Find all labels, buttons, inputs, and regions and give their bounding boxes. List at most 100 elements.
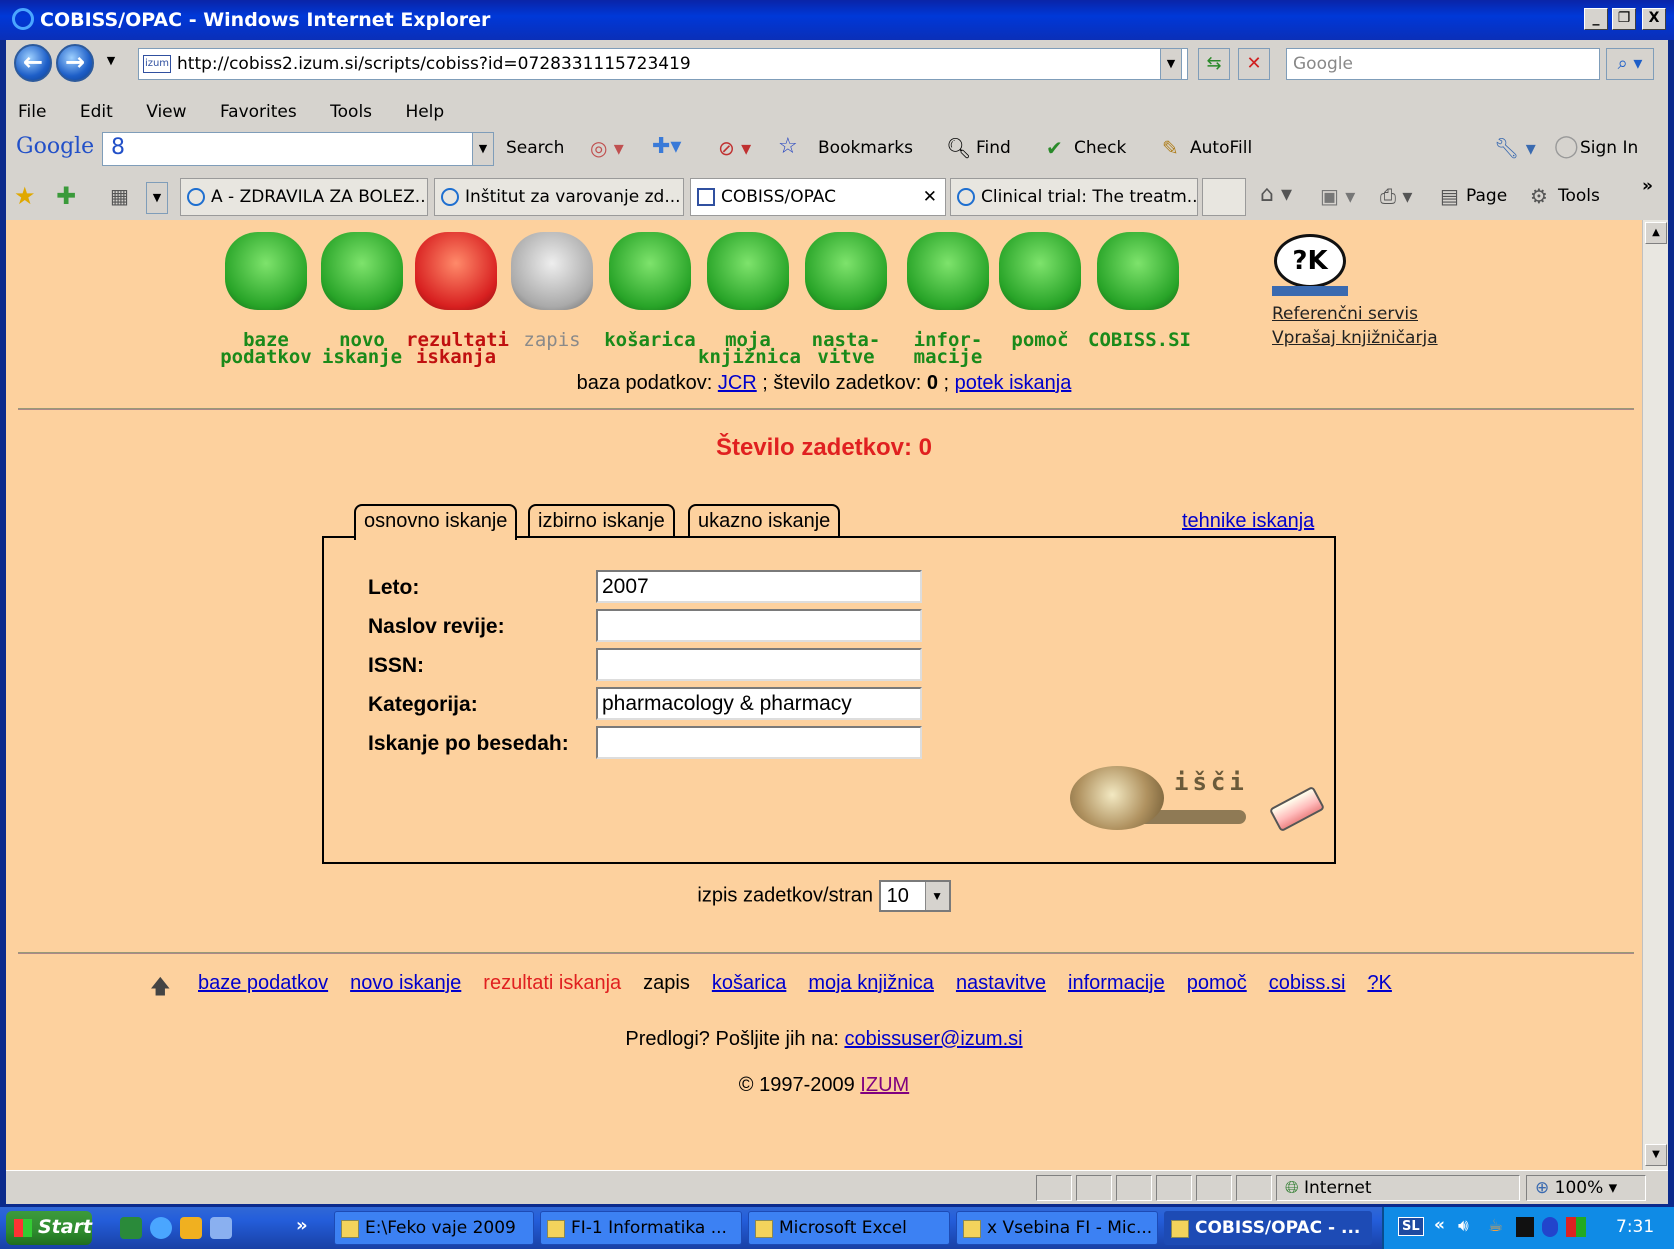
feeds-icon[interactable]: ▣ ▾ [1320, 184, 1355, 208]
wrench-icon[interactable]: 🔧︎ ▾ [1494, 136, 1536, 160]
popup-icon[interactable]: ◎ ▾ [590, 136, 624, 160]
antivirus-icon[interactable] [1566, 1217, 1586, 1237]
refresh-icon[interactable]: ⇆ [1198, 48, 1230, 80]
footer-nav-item[interactable]: informacije [1068, 972, 1165, 994]
per-page-select[interactable]: 10 ▼ [878, 880, 951, 912]
ask-librarian-link[interactable]: Vprašaj knjižničarja [1272, 328, 1472, 348]
nav-icon-my-library[interactable]: moja knjižnica [698, 232, 801, 382]
nav-icon-settings[interactable]: nasta- vitve [796, 232, 896, 382]
nav-icon-record[interactable]: zapis [502, 232, 602, 382]
google-search-button[interactable]: Search [506, 138, 564, 158]
chevron-right-icon[interactable]: » [296, 1215, 308, 1236]
footer-nav-item[interactable]: nastavitve [956, 972, 1046, 994]
start-button[interactable]: Start [6, 1211, 92, 1245]
chevron-right-icon[interactable]: » [1642, 176, 1653, 196]
maximize-button[interactable]: ❐ [1612, 8, 1636, 30]
arrow-up-icon[interactable]: 🡅 [150, 972, 171, 1006]
tab-basic-search[interactable]: osnovno iskanje [354, 504, 518, 540]
nav-icon-results[interactable]: rezultati iskanja [406, 232, 509, 382]
footer-nav-item[interactable]: košarica [712, 972, 786, 994]
footer-nav-item[interactable]: moja knjižnica [808, 972, 934, 994]
menu-edit[interactable]: Edit [80, 102, 113, 122]
menu-tools[interactable]: Tools [330, 102, 372, 122]
izum-link[interactable]: IZUM [860, 1074, 909, 1096]
java-icon[interactable]: ☕︎ [1488, 1216, 1503, 1236]
new-tab-button[interactable] [1202, 178, 1246, 216]
keywords-input[interactable] [596, 726, 922, 759]
home-icon[interactable]: ⌂ ▾ [1260, 182, 1292, 207]
block-icon[interactable]: ⊘ ▾ [718, 136, 751, 160]
taskbar-item[interactable]: COBISS/OPAC - ... [1164, 1211, 1372, 1245]
tab-cobiss[interactable]: COBISS/OPAC ✕ [690, 178, 946, 216]
category-input[interactable]: pharmacology & pharmacy [596, 687, 922, 720]
reference-service[interactable]: ?K Referenčni servis Vprašaj knjižničarj… [1272, 232, 1472, 382]
menu-favorites[interactable]: Favorites [220, 102, 297, 122]
print-icon[interactable]: ⎙ ▾ [1380, 184, 1412, 208]
app-quicklaunch-icon[interactable] [210, 1217, 232, 1239]
page-menu[interactable]: Page [1466, 186, 1507, 206]
taskbar-item[interactable]: E:\Feko vaje 2009 [334, 1211, 534, 1245]
security-zone[interactable]: 🌐︎ Internet [1276, 1175, 1520, 1201]
plus-icon[interactable]: ✚▾ [652, 134, 681, 159]
nav-icon-new-search[interactable]: novo iskanje [312, 232, 412, 382]
bluetooth-icon[interactable] [1542, 1217, 1558, 1237]
footer-nav-item[interactable]: pomoč [1187, 972, 1247, 994]
close-tab-icon[interactable]: ✕ [923, 179, 937, 215]
ie-quicklaunch-icon[interactable] [150, 1217, 172, 1239]
journal-title-input[interactable] [596, 609, 922, 642]
sign-in-button[interactable]: Sign In [1580, 138, 1638, 158]
footer-nav-item[interactable]: ?K [1367, 972, 1391, 994]
quick-tabs-icon[interactable]: ▦ [110, 184, 129, 208]
close-button[interactable]: X [1642, 8, 1666, 30]
footer-nav-item[interactable]: rezultati iskanja [483, 972, 621, 994]
stop-icon[interactable]: ✕ [1238, 48, 1270, 80]
history-dropdown[interactable]: ▼ [100, 54, 122, 72]
google-dropdown[interactable]: ▼ [472, 132, 494, 166]
autofill-button[interactable]: AutoFill [1190, 138, 1252, 158]
db-jcr-link[interactable]: JCR [718, 372, 757, 394]
tray-app-icon[interactable] [1516, 1217, 1534, 1237]
search-button[interactable]: išči [1070, 764, 1250, 836]
tools-menu[interactable]: Tools [1558, 186, 1600, 206]
address-bar[interactable]: izum http://cobiss2.izum.si/scripts/cobi… [138, 48, 1188, 80]
nav-icon-help[interactable]: pomoč [990, 232, 1090, 382]
minimize-button[interactable]: _ [1584, 8, 1608, 30]
nav-icon-basket[interactable]: košarica [600, 232, 700, 382]
tab-advanced-search[interactable]: izbirno iskanje [528, 504, 675, 538]
zoom-control[interactable]: ⊕ 100% ▾ [1526, 1175, 1646, 1201]
find-button[interactable]: Find [976, 138, 1011, 158]
taskbar-item[interactable]: Microsoft Excel [748, 1211, 950, 1245]
tab-command-search[interactable]: ukazno iskanje [688, 504, 841, 538]
footer-nav-item[interactable]: novo iskanje [350, 972, 461, 994]
check-button[interactable]: Check [1074, 138, 1126, 158]
forward-button[interactable]: → [56, 44, 94, 82]
tab-zdravila[interactable]: A - ZDRAVILA ZA BOLEZ... [180, 178, 428, 216]
scroll-down-icon[interactable]: ▼ [1645, 1144, 1667, 1166]
tab-institut[interactable]: Inštitut za varovanje zd... [434, 178, 684, 216]
google-search-input[interactable]: 8 [102, 132, 486, 166]
address-dropdown[interactable]: ▼ [1160, 48, 1182, 80]
excel-quicklaunch-icon[interactable] [120, 1217, 142, 1239]
add-favorite-icon[interactable]: ✚ [56, 182, 76, 210]
footer-nav-item[interactable]: cobiss.si [1269, 972, 1346, 994]
tab-list-dropdown[interactable]: ▼ [146, 182, 168, 214]
nav-icon-cobiss-si[interactable]: COBISS.SI [1088, 232, 1191, 382]
issn-input[interactable] [596, 648, 922, 681]
chevron-left-icon[interactable]: « [1434, 1215, 1445, 1235]
taskbar-item[interactable]: FI-1 Informatika ... [540, 1211, 742, 1245]
nav-icon-information[interactable]: infor- macije [898, 232, 998, 382]
scroll-up-icon[interactable]: ▲ [1645, 222, 1667, 244]
nav-icon-databases[interactable]: baze podatkov [216, 232, 316, 382]
vertical-scrollbar[interactable]: ▲ ▼ [1642, 220, 1668, 1170]
email-link[interactable]: cobissuser@izum.si [844, 1028, 1022, 1050]
volume-icon[interactable]: 🔊︎ [1458, 1216, 1469, 1236]
search-icon[interactable]: ⌕ ▾ [1606, 48, 1654, 80]
tab-clinical[interactable]: Clinical trial: The treatm... [950, 178, 1198, 216]
bookmarks-button[interactable]: Bookmarks [818, 138, 913, 158]
outlook-quicklaunch-icon[interactable] [180, 1217, 202, 1239]
back-button[interactable]: ← [14, 44, 52, 82]
language-indicator[interactable]: SL [1398, 1217, 1424, 1236]
search-history-link[interactable]: potek iskanja [955, 372, 1072, 394]
favorites-star-icon[interactable]: ★ [14, 182, 36, 210]
menu-view[interactable]: View [146, 102, 186, 122]
